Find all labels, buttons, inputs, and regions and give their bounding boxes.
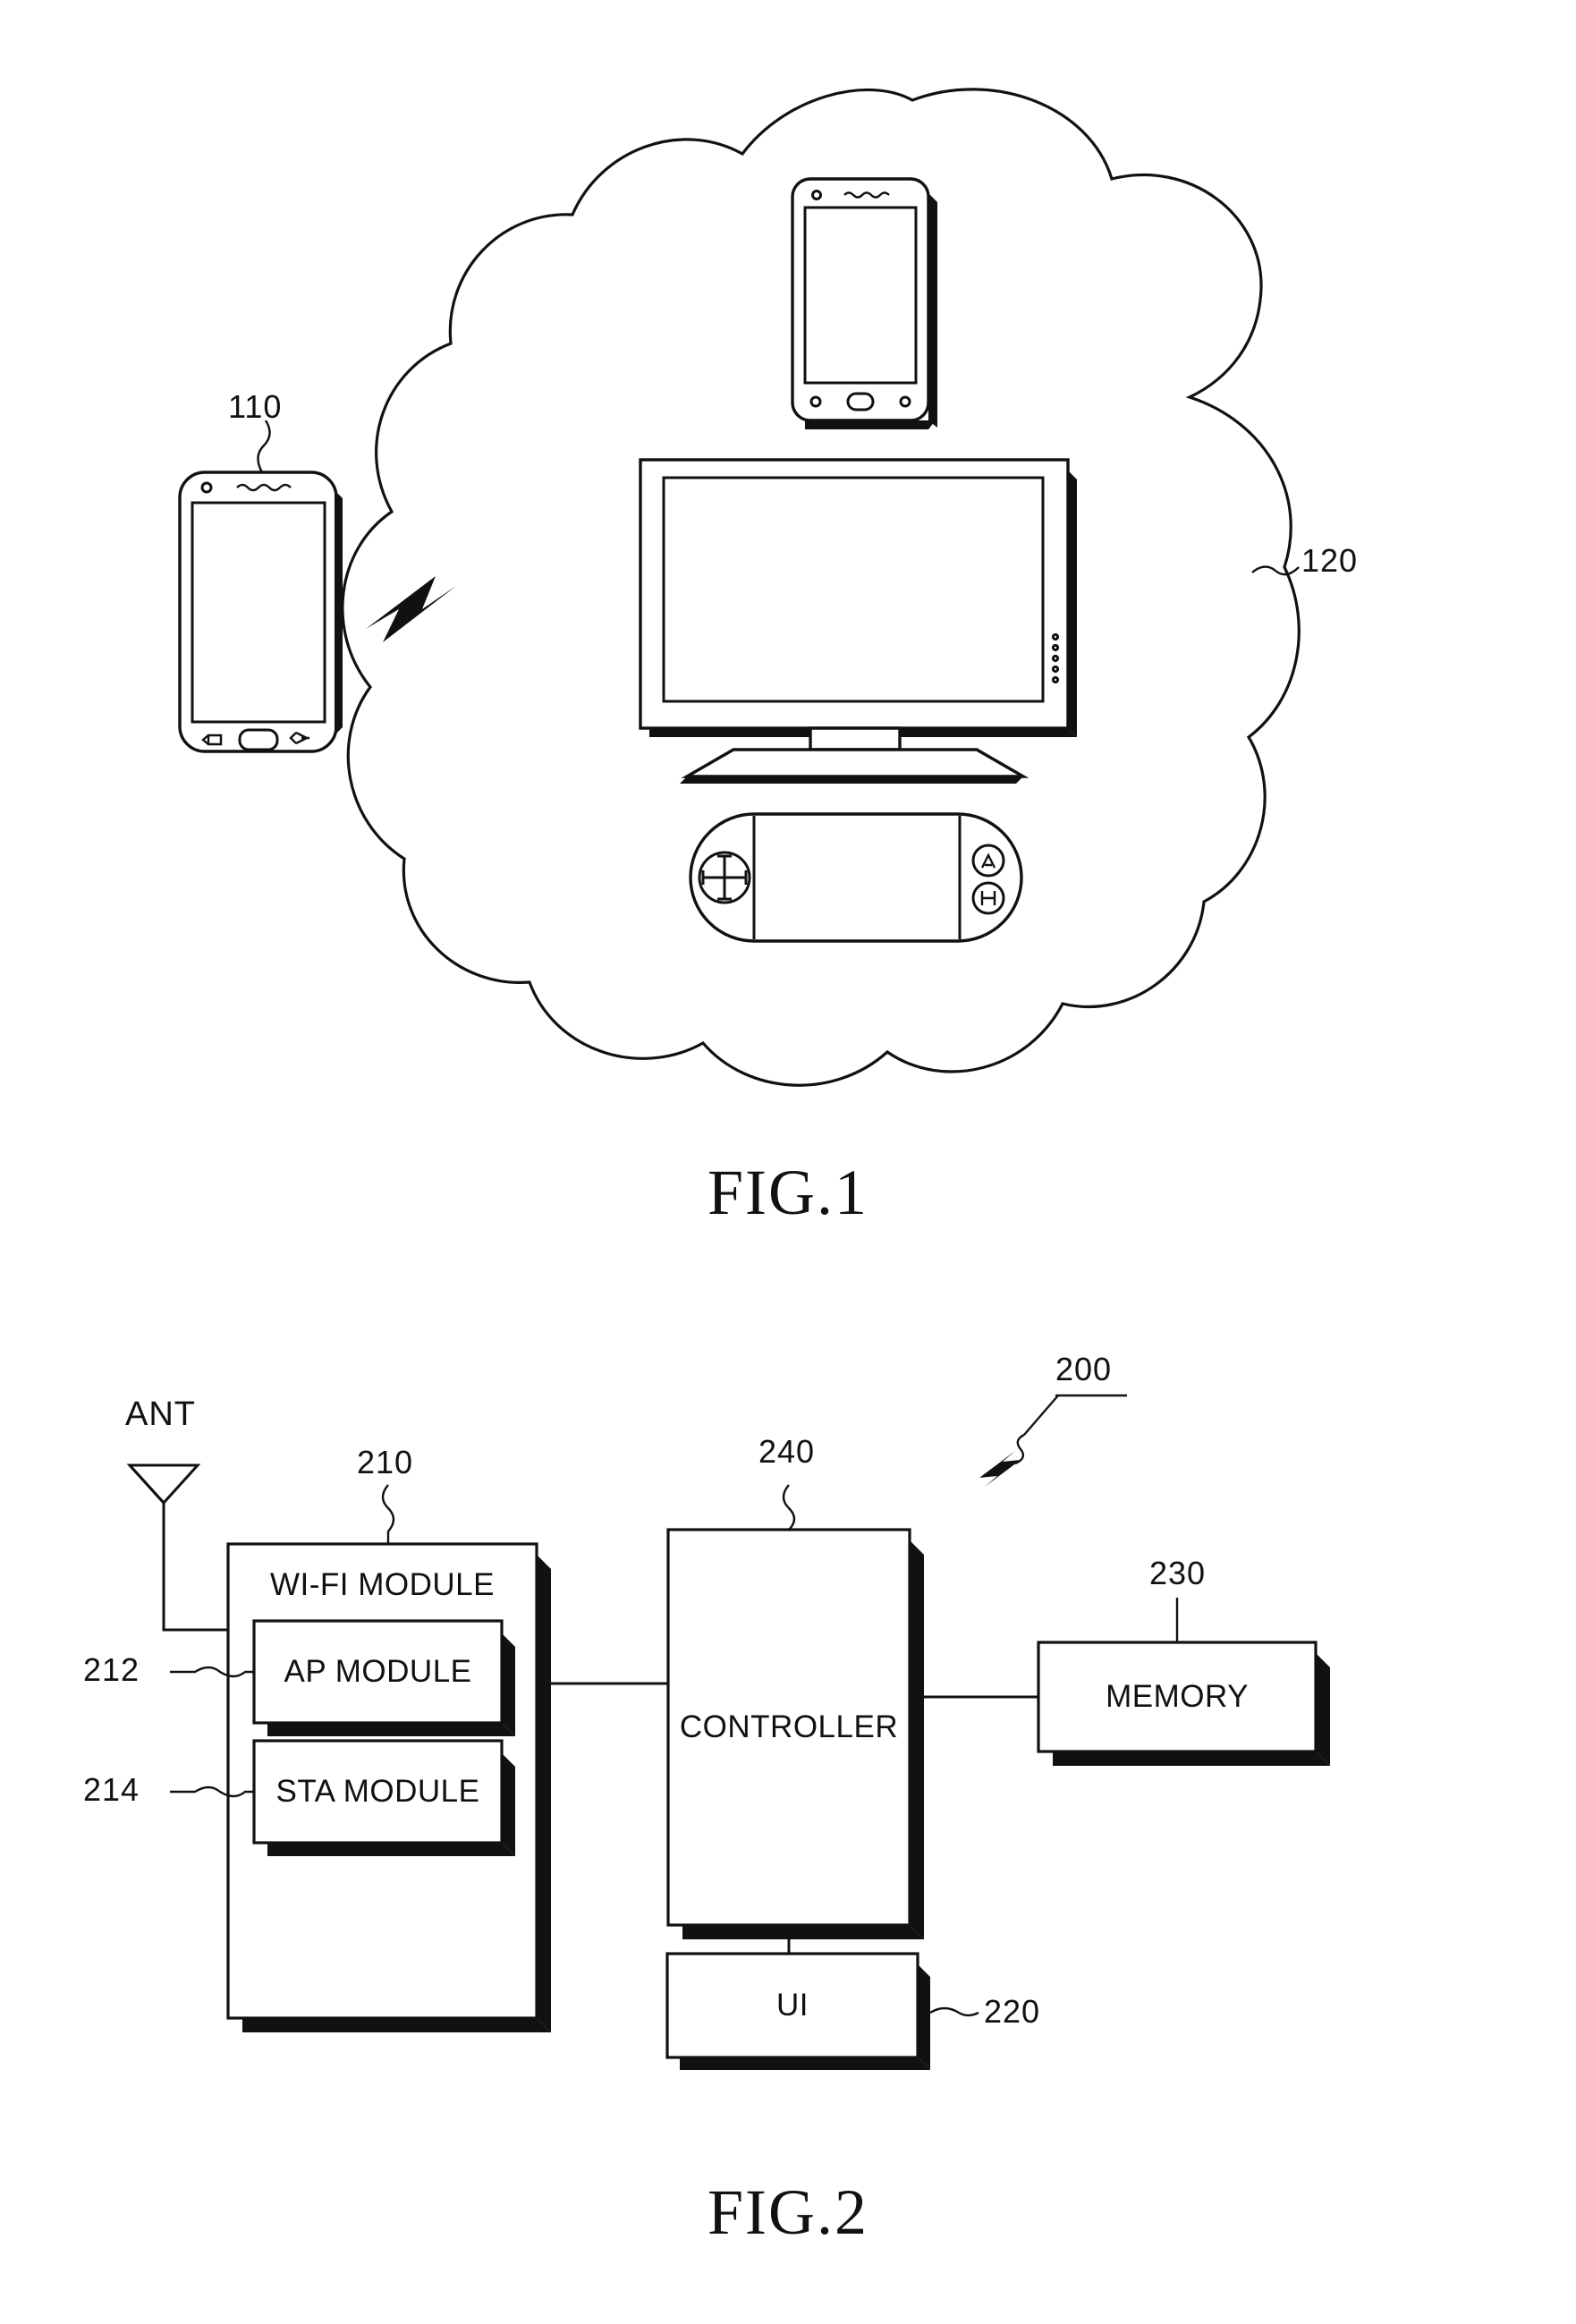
ui-box xyxy=(665,1952,979,2070)
controller-box xyxy=(666,1484,924,1939)
reference-numeral-210: 210 xyxy=(357,1444,414,1480)
reference-numeral-212: 212 xyxy=(83,1651,140,1688)
patent-drawing-sheet: 110 120 FIG.1 ANT 200 210 212 214 220 23… xyxy=(0,0,1576,2324)
antenna-label: ANT xyxy=(125,1395,196,1433)
reference-leader-200 xyxy=(979,1394,1127,1487)
figure-2-caption: FIG.2 xyxy=(707,2176,868,2248)
memory-box xyxy=(1037,1598,1330,1766)
ap-module-box xyxy=(252,1619,515,1736)
reference-numeral-240: 240 xyxy=(758,1433,816,1470)
reference-leader-210 xyxy=(381,1484,395,1546)
reference-numeral-214: 214 xyxy=(83,1771,140,1808)
reference-numeral-200: 200 xyxy=(1055,1351,1113,1387)
reference-numeral-230: 230 xyxy=(1149,1555,1207,1591)
figure-2-graphics xyxy=(126,1394,1330,2070)
reference-numeral-220: 220 xyxy=(984,1993,1041,2030)
antenna-symbol xyxy=(126,1463,228,1632)
sta-module-box xyxy=(252,1739,515,1856)
